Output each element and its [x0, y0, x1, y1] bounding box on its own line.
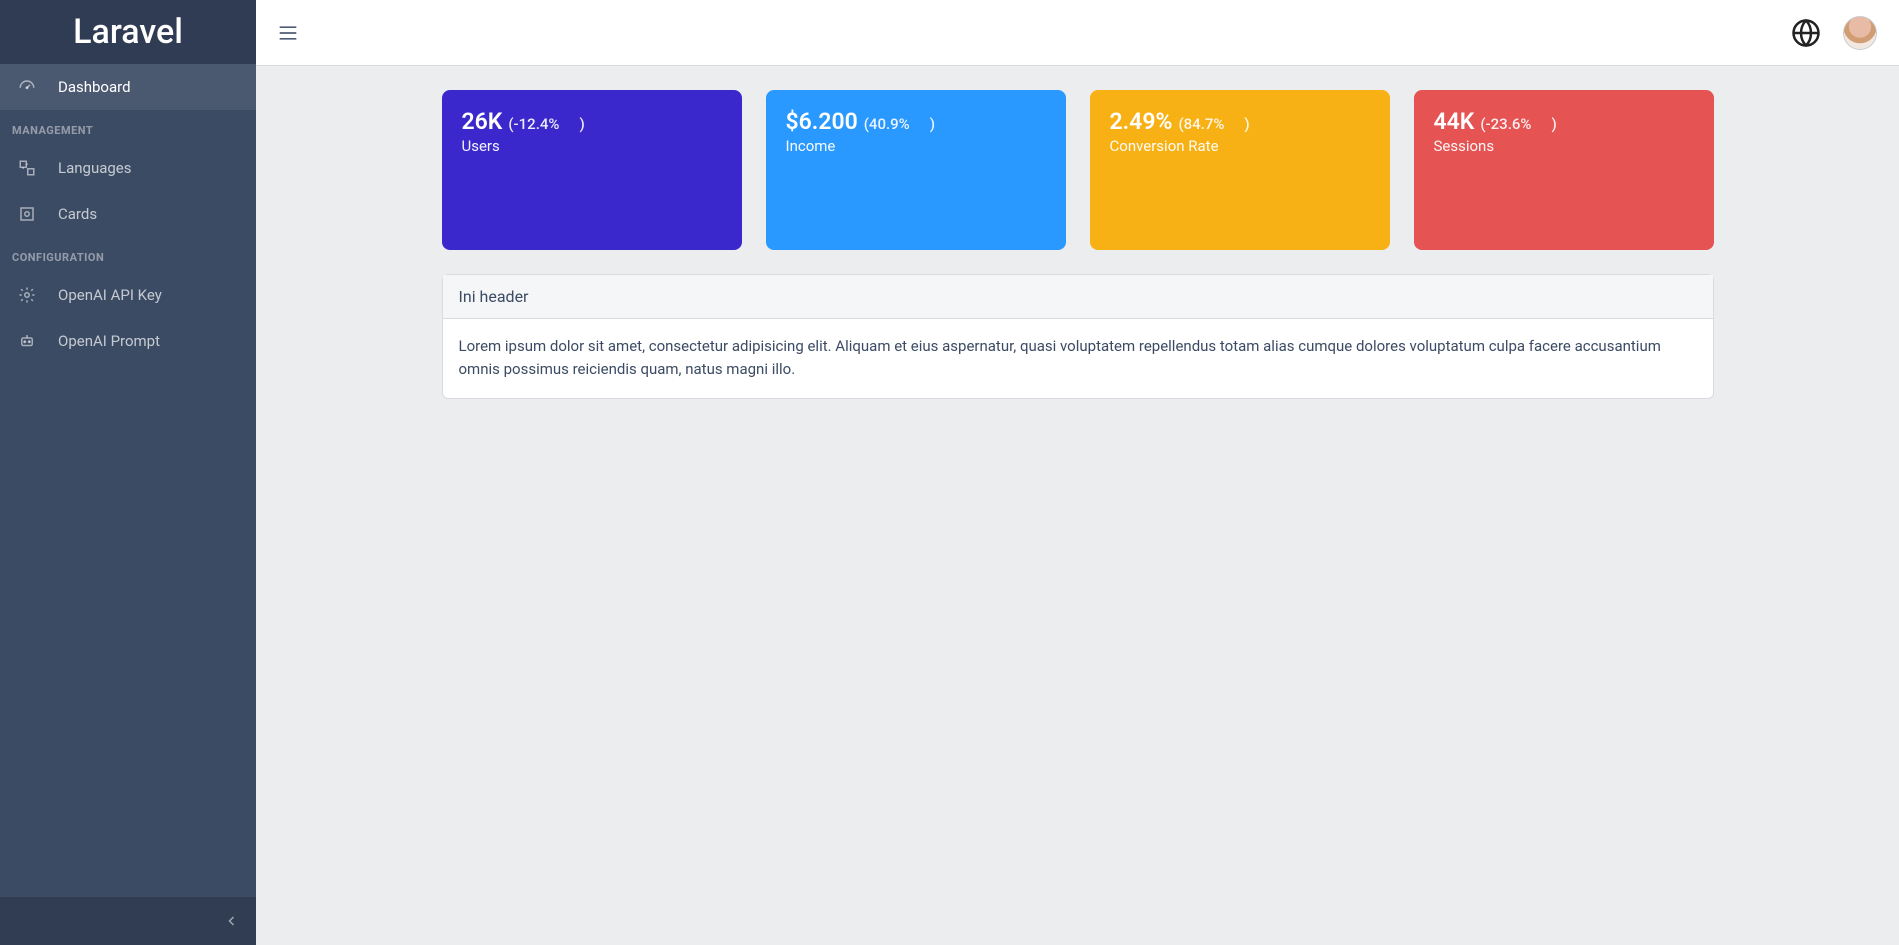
sidebar-item-label: Dashboard	[58, 78, 131, 96]
sidebar-item-openai-prompt[interactable]: OpenAI Prompt	[0, 318, 256, 364]
info-card: Ini header Lorem ipsum dolor sit amet, c…	[442, 274, 1714, 399]
sidebar-brand[interactable]: Laravel	[0, 0, 256, 64]
stats-row: 26K (-12.4%) Users $6.200 (40.9%) In	[442, 90, 1714, 250]
cards-icon	[18, 205, 36, 223]
language-switch-button[interactable]	[1791, 18, 1821, 48]
sidebar-nav: Dashboard MANAGEMENT Languages Cards CON…	[0, 64, 256, 897]
topbar	[256, 0, 1899, 66]
card-header: Ini header	[443, 275, 1713, 319]
widget-value: 44K	[1434, 108, 1475, 135]
robot-icon	[18, 332, 36, 350]
content: 26K (-12.4%) Users $6.200 (40.9%) In	[256, 66, 1899, 945]
sidebar-item-dashboard[interactable]: Dashboard	[0, 64, 256, 110]
widget-delta: (40.9%)	[864, 115, 935, 133]
widget-income: $6.200 (40.9%) Income	[766, 90, 1066, 250]
sidebar-item-openai-api-key[interactable]: OpenAI API Key	[0, 272, 256, 318]
widget-value: $6.200	[786, 108, 858, 135]
widget-label: Users	[462, 137, 722, 155]
widget-delta: (-23.6%)	[1480, 115, 1556, 133]
main-wrapper: 26K (-12.4%) Users $6.200 (40.9%) In	[256, 0, 1899, 945]
sidebar: Laravel Dashboard MANAGEMENT Languages	[0, 0, 256, 945]
card-body: Lorem ipsum dolor sit amet, consectetur …	[443, 319, 1713, 398]
sidebar-item-label: Languages	[58, 159, 132, 177]
widget-sessions: 44K (-23.6%) Sessions	[1414, 90, 1714, 250]
language-icon	[18, 159, 36, 177]
widget-label: Sessions	[1434, 137, 1694, 155]
sidebar-item-cards[interactable]: Cards	[0, 191, 256, 237]
widget-conversion: 2.49% (84.7%) Conversion Rate	[1090, 90, 1390, 250]
sidebar-item-label: OpenAI Prompt	[58, 332, 160, 350]
sidebar-collapse-button[interactable]	[0, 897, 256, 945]
widget-value: 26K	[462, 108, 503, 135]
chevron-left-icon	[226, 915, 238, 927]
sidebar-item-label: OpenAI API Key	[58, 286, 162, 304]
gear-icon	[18, 286, 36, 304]
widget-delta: (84.7%)	[1178, 115, 1249, 133]
widget-label: Conversion Rate	[1110, 137, 1370, 155]
sidebar-item-label: Cards	[58, 205, 97, 223]
sidebar-toggle-button[interactable]	[278, 25, 298, 41]
widget-label: Income	[786, 137, 1046, 155]
widget-delta: (-12.4%)	[508, 115, 584, 133]
sidebar-section-configuration: CONFIGURATION	[0, 237, 256, 272]
widget-users: 26K (-12.4%) Users	[442, 90, 742, 250]
speedometer-icon	[18, 78, 36, 96]
hamburger-icon	[278, 25, 298, 41]
sidebar-section-management: MANAGEMENT	[0, 110, 256, 145]
globe-icon	[1791, 18, 1821, 48]
widget-value: 2.49%	[1110, 108, 1173, 135]
user-avatar[interactable]	[1843, 16, 1877, 50]
sidebar-item-languages[interactable]: Languages	[0, 145, 256, 191]
